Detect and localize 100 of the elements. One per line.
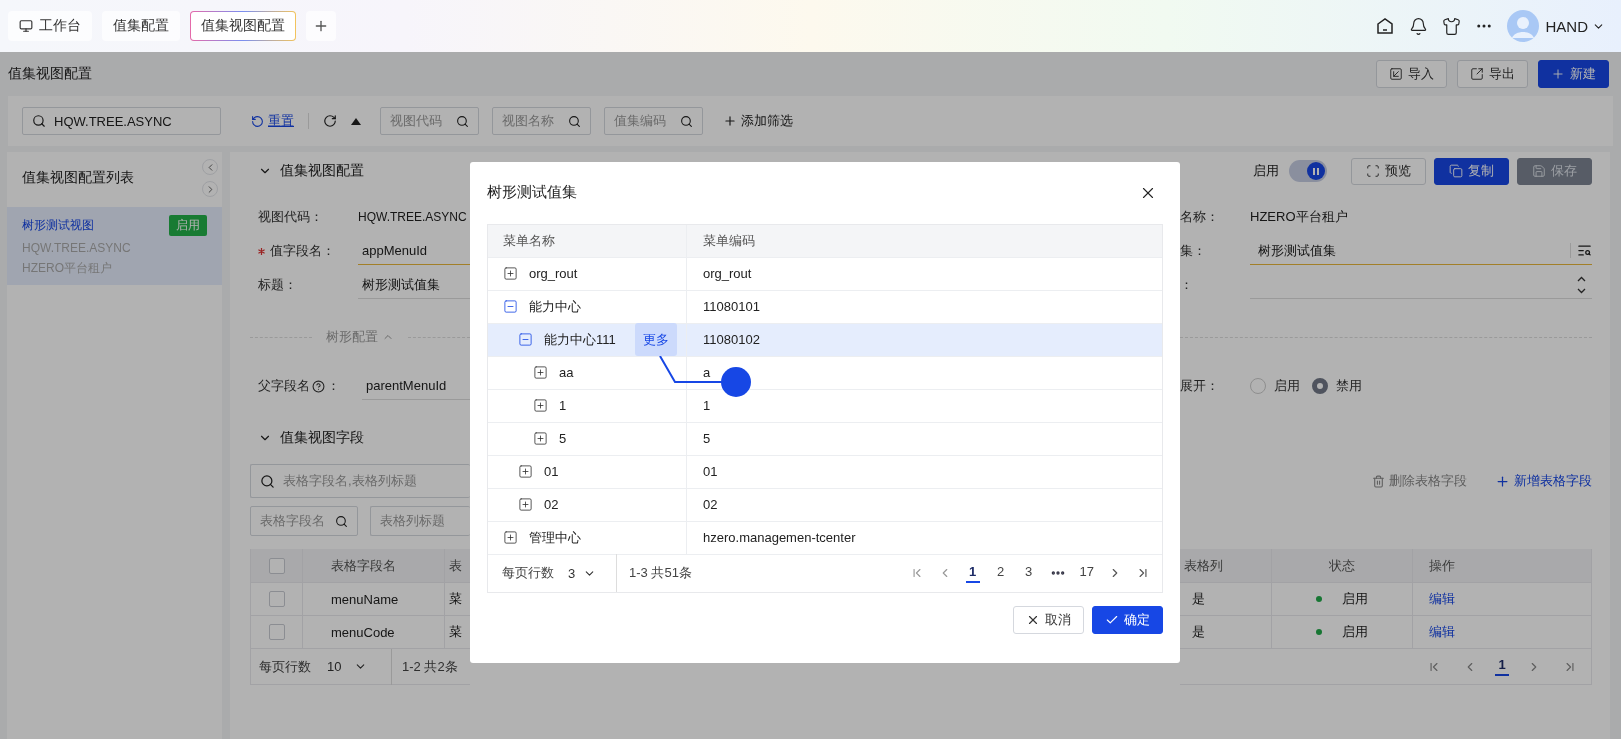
tree-node-name: org_rout (529, 266, 578, 282)
add-filter-button[interactable]: 添加筛选 (723, 112, 793, 130)
tree-node-name: 1 (559, 398, 567, 414)
add-field-button[interactable]: 新增表格字段 (1495, 472, 1592, 490)
status-tag: 启用 (169, 215, 207, 236)
status-text: 启用 (1342, 623, 1368, 641)
expand-icon[interactable] (518, 497, 533, 513)
more-button[interactable]: 更多 (635, 323, 677, 357)
collapse-icon[interactable] (518, 332, 533, 348)
edit-link[interactable]: 编辑 (1429, 623, 1455, 641)
tree-row[interactable]: 管理中心 hzero.managemen-tcenter (488, 521, 1162, 555)
column-header: 操作 (1428, 556, 1456, 575)
table-cell-text: 菜 (448, 590, 463, 608)
field-label: 名称： (1180, 208, 1219, 226)
page-number[interactable]: 1 (1495, 657, 1509, 676)
shirt-icon[interactable] (1442, 16, 1462, 36)
refresh-icon[interactable] (323, 114, 337, 128)
radio-label: 禁用 (1336, 377, 1362, 395)
enable-switch[interactable] (1289, 160, 1327, 182)
field-label: 集： (1180, 242, 1206, 260)
checkbox[interactable] (268, 624, 285, 640)
status-dot (1316, 629, 1322, 635)
tree-row[interactable]: 01 01 (488, 455, 1162, 489)
tab[interactable]: 值集视图配置 (190, 11, 296, 41)
tab[interactable]: 工作台 (8, 11, 92, 41)
plus-icon (723, 114, 737, 128)
page-range: 1-3 共51条 (629, 564, 692, 583)
tree-node-name: aa (559, 365, 574, 381)
tree-row[interactable]: aa a (488, 356, 1162, 390)
tree-row[interactable]: 能力中心111 更多 11080102 (488, 323, 1162, 357)
table-cell: menuCode (303, 616, 445, 648)
collapse-icon[interactable] (503, 299, 518, 315)
field-label: 标题： (258, 276, 297, 294)
edit-link[interactable]: 编辑 (1429, 590, 1455, 608)
lookup-field[interactable]: 树形测试值集 (1250, 237, 1592, 265)
export-button[interactable]: 导出 (1457, 60, 1528, 88)
tab[interactable]: 值集配置 (102, 11, 180, 41)
radio-button[interactable] (1250, 378, 1266, 394)
reset-link[interactable]: 重置 (251, 112, 294, 130)
tree-node-name: 01 (544, 464, 559, 480)
tree-row[interactable]: 1 1 (488, 389, 1162, 423)
field-value: HQW.TREE.ASYNC (358, 209, 468, 226)
radio-label: 启用 (1274, 377, 1300, 395)
field-label: ： (1180, 276, 1193, 294)
plus-icon (1551, 67, 1565, 81)
import-icon (1389, 67, 1403, 81)
label-colon: ： (327, 377, 340, 395)
table-cell: 11080102 (703, 332, 760, 348)
lookup-icon (1577, 243, 1592, 258)
copy-button[interactable]: 复制 (1434, 157, 1509, 185)
preview-button[interactable]: 预览 (1351, 157, 1426, 185)
user-name[interactable]: HAND (1545, 17, 1588, 35)
home-icon[interactable] (1375, 16, 1396, 36)
field-label: 值字段名： (270, 242, 335, 260)
column-header: 菜单名称 (488, 224, 687, 257)
page-number[interactable]: 17 (1079, 563, 1094, 583)
checkbox[interactable] (268, 591, 285, 607)
spinner-icon (1577, 274, 1586, 295)
checkbox[interactable] (268, 557, 285, 574)
collapse-caret-icon[interactable] (351, 117, 361, 125)
page-size-label: 每页行数 (259, 657, 311, 676)
tree-row[interactable]: org_rout org_rout (488, 257, 1162, 291)
section-title: 值集视图字段 (280, 429, 364, 447)
page-number[interactable]: 2 (993, 563, 1008, 583)
radio-button[interactable] (1312, 378, 1328, 394)
export-icon (1470, 67, 1484, 81)
tree-row[interactable]: 能力中心 11080101 (488, 290, 1162, 324)
dialog-title: 树形测试值集 (487, 183, 577, 203)
page-number[interactable]: 1 (965, 563, 980, 583)
confirm-button[interactable]: 确定 (1092, 605, 1163, 634)
table-cell: 11080101 (703, 299, 760, 315)
page-title: 值集视图配置 (8, 65, 92, 83)
add-tab-button[interactable] (306, 11, 336, 41)
import-button[interactable]: 导入 (1376, 60, 1447, 88)
search-icon (335, 514, 348, 528)
column-header: 表格字段名 (303, 549, 445, 582)
save-icon (1532, 164, 1546, 178)
expand-icon[interactable] (503, 266, 518, 282)
view-code: HQW.TREE.ASYNC (22, 241, 132, 255)
copy-icon (1449, 164, 1463, 178)
table-cell: menuName (303, 583, 445, 615)
expand-icon[interactable] (503, 530, 518, 546)
expand-icon[interactable] (533, 398, 548, 414)
sidebar-title: 值集视图配置列表 (21, 168, 134, 187)
field-label: 展开： (1180, 377, 1219, 395)
page-number[interactable]: 3 (1021, 563, 1036, 583)
bell-icon[interactable] (1409, 16, 1429, 36)
status-text: 启用 (1342, 590, 1368, 608)
expand-icon[interactable] (518, 464, 533, 480)
tree-row[interactable]: 02 02 (488, 488, 1162, 522)
new-button[interactable]: 新建 (1538, 60, 1609, 88)
cancel-button[interactable]: 取消 (1013, 605, 1084, 634)
search-field[interactable]: HQW.TREE.ASYNC (22, 107, 221, 135)
expand-icon[interactable] (533, 365, 548, 381)
help-icon (312, 379, 325, 393)
tree-row[interactable]: 5 5 (488, 422, 1162, 456)
table-cell: 5 (703, 431, 711, 447)
field-label: 父字段名 (258, 377, 310, 395)
expand-icon[interactable] (533, 431, 548, 447)
search-icon (260, 473, 275, 489)
